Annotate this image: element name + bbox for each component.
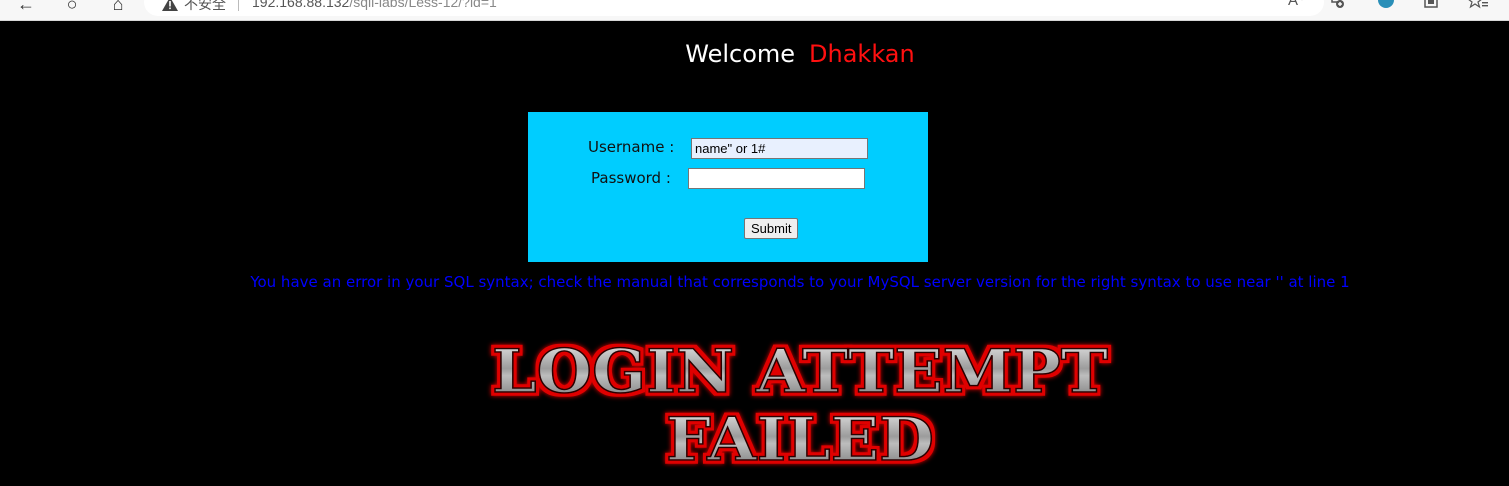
home-icon[interactable]: ⌂ bbox=[106, 0, 130, 14]
welcome-name: Dhakkan bbox=[809, 40, 915, 68]
warning-icon[interactable] bbox=[162, 0, 178, 11]
url-text[interactable]: 192.168.88.132/sqli-labs/Less-12/?id=1 bbox=[252, 0, 497, 10]
profile-avatar-icon[interactable] bbox=[1378, 0, 1394, 8]
url-host: 192.168.88.132 bbox=[252, 0, 350, 10]
username-label: Username : bbox=[588, 138, 675, 156]
welcome-text: Welcome bbox=[685, 40, 796, 68]
address-divider bbox=[238, 0, 239, 11]
password-label: Password : bbox=[591, 169, 671, 187]
url-path: /sqli-labs/Less-12/?id=1 bbox=[349, 0, 497, 10]
collections-icon[interactable] bbox=[1424, 0, 1438, 8]
login-form: Username : Password : Submit bbox=[528, 112, 928, 262]
welcome-heading: Welcome Dhakkan bbox=[0, 40, 1509, 68]
sql-error-message: You have an error in your SQL syntax; ch… bbox=[250, 273, 1350, 291]
favorites-icon[interactable] bbox=[1468, 0, 1488, 10]
back-arrow-icon[interactable]: ← bbox=[14, 0, 38, 14]
read-aloud-icon[interactable]: A⁺ bbox=[1288, 0, 1306, 9]
banner-line-2: FAILED bbox=[666, 405, 934, 475]
banner-line-1: LOGIN ATTEMPT bbox=[492, 337, 1108, 407]
username-input[interactable] bbox=[691, 138, 868, 159]
address-bar[interactable]: 不安全 192.168.88.132/sqli-labs/Less-12/?id… bbox=[144, 0, 1324, 16]
security-status-label[interactable]: 不安全 bbox=[184, 0, 226, 14]
refresh-icon[interactable]: ○ bbox=[60, 0, 84, 14]
login-failed-banner: LOGIN ATTEMPT FAILED bbox=[491, 336, 1109, 476]
password-input[interactable] bbox=[688, 168, 865, 189]
tracking-prevention-icon[interactable] bbox=[1328, 0, 1346, 10]
browser-toolbar: ← ○ ⌂ 不安全 192.168.88.132/sqli-labs/Less-… bbox=[0, 0, 1509, 21]
submit-button[interactable]: Submit bbox=[744, 218, 799, 239]
